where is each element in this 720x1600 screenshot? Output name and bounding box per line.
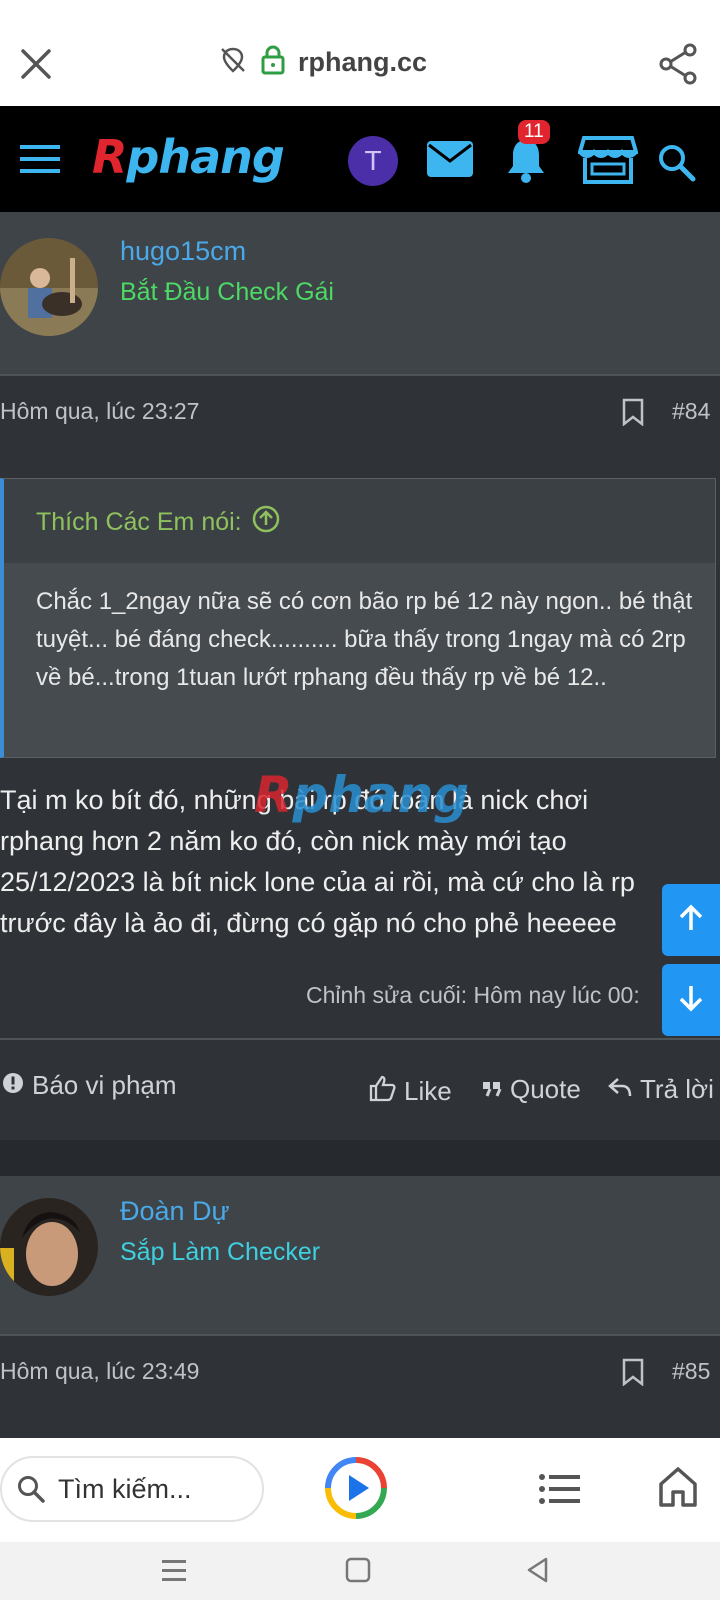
post-author-block: hugo15cm Bắt Đầu Check Gái: [0, 212, 720, 374]
arrow-down-icon: [676, 983, 706, 1017]
share-icon[interactable]: [656, 42, 700, 86]
home-icon[interactable]: [658, 1466, 698, 1508]
lock-icon: [260, 45, 286, 79]
thumbs-up-icon: [368, 1074, 396, 1109]
mail-icon[interactable]: [426, 140, 474, 178]
post-author-block: Đoàn Dự Sắp Làm Checker: [0, 1176, 720, 1336]
browser-bottom-bar: Tìm kiếm...: [0, 1438, 720, 1542]
scroll-down-button[interactable]: [662, 964, 720, 1036]
search-icon: [16, 1474, 46, 1504]
avatar[interactable]: [0, 238, 98, 336]
notification-badge: 11: [518, 120, 550, 144]
home-nav-icon[interactable]: [344, 1556, 372, 1588]
system-navigation-bar: [0, 1542, 720, 1600]
like-label: Like: [404, 1076, 452, 1106]
post-date[interactable]: Hôm qua, lúc 23:49: [0, 1358, 199, 1385]
store-icon[interactable]: [577, 134, 639, 186]
url-display[interactable]: rphang.cc: [218, 42, 427, 82]
like-button[interactable]: Like: [368, 1074, 452, 1109]
quote-author-label: Thích Các Em nói:: [36, 508, 242, 536]
close-icon[interactable]: [16, 44, 56, 84]
user-title: Sắp Làm Checker: [120, 1238, 321, 1266]
post-meta: Hôm qua, lúc 23:49 #85: [0, 1336, 720, 1406]
post-meta: Hôm qua, lúc 23:27 #84: [0, 376, 720, 446]
reply-arrow-icon: [608, 1074, 632, 1105]
quote-header: Thích Các Em nói:: [4, 479, 715, 563]
list-icon[interactable]: [538, 1472, 580, 1506]
bookmark-icon[interactable]: [622, 398, 644, 427]
status-bar: [0, 0, 720, 14]
reply-label: Trả lời: [640, 1074, 714, 1104]
url-text: rphang.cc: [298, 46, 428, 77]
quote-block: Thích Các Em nói: Chắc 1_2ngay nữa sẽ có…: [0, 478, 716, 758]
site-header: Rphang T: [0, 106, 720, 212]
reply-button[interactable]: Trả lời: [608, 1074, 714, 1105]
search-placeholder: Tìm kiếm...: [58, 1473, 192, 1504]
recent-apps-icon[interactable]: [160, 1556, 188, 1588]
browser-address-bar: rphang.cc: [0, 14, 720, 106]
post-actions: Báo vi phạm Like Quote Trả lời: [0, 1040, 720, 1138]
quote-text: Chắc 1_2ngay nữa sẽ có cơn bão rp bé 12 …: [36, 588, 693, 691]
last-edited-note: Chỉnh sửa cuối: Hôm nay lúc 00:: [306, 982, 640, 1008]
avatar[interactable]: [0, 1198, 98, 1296]
logo-watermark: Rphang: [254, 766, 470, 824]
bookmark-icon[interactable]: [622, 1358, 644, 1387]
username[interactable]: hugo15cm: [120, 236, 246, 267]
quote-button[interactable]: Quote: [482, 1074, 581, 1105]
user-avatar[interactable]: T: [348, 136, 398, 186]
play-icon[interactable]: [324, 1456, 388, 1520]
quote-author[interactable]: Thích Các Em nói:: [36, 505, 280, 540]
site-logo[interactable]: Rphang: [92, 130, 285, 184]
post-date[interactable]: Hôm qua, lúc 23:27: [0, 398, 199, 425]
report-label: Báo vi phạm: [32, 1070, 177, 1100]
tracking-off-icon: [218, 45, 248, 79]
post-number[interactable]: #85: [672, 1358, 710, 1385]
user-title: Bắt Đầu Check Gái: [120, 278, 334, 306]
arrow-up-icon: [676, 903, 706, 937]
quote-label: Quote: [510, 1074, 581, 1104]
username[interactable]: Đoàn Dự: [120, 1196, 230, 1227]
search-icon[interactable]: [656, 142, 696, 182]
quote-marks-icon: [482, 1074, 502, 1105]
back-nav-icon[interactable]: [524, 1556, 552, 1588]
hamburger-menu-icon[interactable]: [20, 142, 60, 176]
scroll-up-button[interactable]: [662, 884, 720, 956]
search-field[interactable]: Tìm kiếm...: [0, 1456, 264, 1522]
post-number[interactable]: #84: [672, 398, 710, 425]
post-separator: [0, 1140, 720, 1176]
arrow-up-circle-icon[interactable]: [252, 505, 280, 540]
report-button[interactable]: Báo vi phạm: [2, 1070, 177, 1101]
alert-icon: [2, 1070, 24, 1101]
